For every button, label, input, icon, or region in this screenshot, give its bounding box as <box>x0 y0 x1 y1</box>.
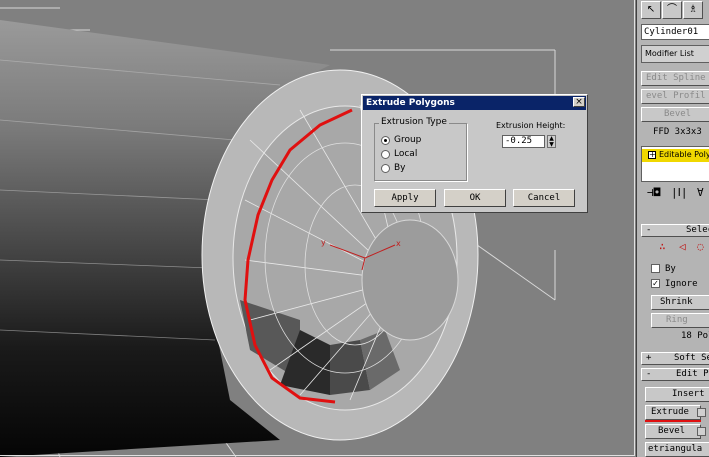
bevel-settings-icon[interactable] <box>697 427 706 436</box>
selection-rollout[interactable]: - Selec <box>641 224 709 237</box>
radio-unselected-icon <box>381 149 390 159</box>
expand-icon[interactable]: + <box>648 151 656 159</box>
radio-group[interactable]: Group <box>381 135 421 145</box>
ok-button[interactable]: OK <box>444 189 506 207</box>
modify-tab-icon[interactable]: ⌒ <box>662 1 682 19</box>
cylinder-model: y x <box>0 7 556 457</box>
radio-group-label: Group <box>394 135 422 145</box>
insert-vertex-button[interactable]: Insert <box>645 387 709 402</box>
extrusion-type-label: Extrusion Type <box>379 117 449 127</box>
edit-polygons-title: Edit Po <box>676 369 709 379</box>
bevel-modifier-button[interactable]: Bevel <box>641 107 709 122</box>
border-subobject-icon[interactable]: ◌ <box>697 240 704 253</box>
svg-text:x: x <box>396 239 401 248</box>
bevel-button[interactable]: Bevel <box>645 424 701 439</box>
radio-by[interactable]: By <box>381 163 406 173</box>
soft-selection-rollout[interactable]: + Soft Sel <box>641 352 709 365</box>
soft-selection-title: Soft Sel <box>674 353 709 363</box>
extrude-button[interactable]: Extrude <box>645 405 701 420</box>
ffd-modifier-label[interactable]: FFD 3x3x3 <box>653 127 702 137</box>
edge-subobject-icon[interactable]: ◁ <box>679 240 686 253</box>
show-end-result-icon[interactable]: |Ⅰ| <box>671 186 688 199</box>
collapse-icon: - <box>646 225 652 235</box>
radio-local-label: Local <box>394 149 418 159</box>
hierarchy-tab-icon[interactable]: ♗ <box>683 1 703 19</box>
by-checkbox[interactable] <box>651 264 660 273</box>
dialog-title: Extrude Polygons <box>363 96 586 110</box>
svg-text:y: y <box>321 238 326 247</box>
perspective-viewport[interactable]: y x <box>0 0 636 457</box>
extrude-settings-icon[interactable] <box>697 408 706 417</box>
make-unique-icon[interactable]: ∀ <box>697 186 704 199</box>
modifier-list-dropdown[interactable]: Modifier List <box>641 45 709 63</box>
object-name-field[interactable]: Cylinder01 <box>641 24 709 40</box>
by-label: By <box>665 264 676 274</box>
cancel-button[interactable]: Cancel <box>513 189 575 207</box>
collapse-icon: - <box>646 369 652 379</box>
selection-count: 18 Polys <box>681 331 709 341</box>
stack-item-label: Editable Poly <box>659 150 709 159</box>
retriangulate-button[interactable]: etriangula <box>645 442 709 457</box>
radio-local[interactable]: Local <box>381 149 417 159</box>
selection-rollout-title: Selec <box>686 225 709 235</box>
extrusion-type-group: Extrusion Type Group Local By <box>374 117 467 181</box>
bevel-profile-button[interactable]: evel Profil <box>641 89 709 104</box>
vertex-subobject-icon[interactable]: ∴ <box>659 240 666 253</box>
stack-item-editable-poly[interactable]: + Editable Poly <box>642 149 709 162</box>
modifier-stack: + Editable Poly <box>641 146 709 182</box>
create-tab-icon[interactable]: ↖ <box>641 1 661 19</box>
edit-polygons-rollout[interactable]: - Edit Po <box>641 368 709 381</box>
apply-button[interactable]: Apply <box>374 189 436 207</box>
radio-by-label: By <box>394 163 406 173</box>
spinner-icon[interactable]: ▲ ▼ <box>547 135 556 148</box>
pin-stack-icon[interactable]: ⊣◘ <box>647 186 660 199</box>
ignore-label: Ignore <box>665 279 698 289</box>
close-icon[interactable]: × <box>573 97 585 107</box>
command-panel: ↖ ⌒ ♗ Cylinder01 Modifier List Edit Spli… <box>636 0 709 457</box>
extrude-polygons-dialog: Extrude Polygons × Extrusion Type Group … <box>361 94 588 213</box>
radio-selected-icon <box>381 135 390 145</box>
edit-spline-button[interactable]: Edit Spline <box>641 71 709 86</box>
shrink-button[interactable]: Shrink <box>651 295 709 310</box>
ignore-checkbox[interactable]: ✓ <box>651 279 660 288</box>
extrude-active-indicator <box>645 420 701 422</box>
extrusion-height-label: Extrusion Height: <box>496 121 566 130</box>
ring-button[interactable]: Ring <box>651 313 709 328</box>
radio-unselected-icon <box>381 163 390 173</box>
expand-icon: + <box>646 353 652 363</box>
extrusion-height-input[interactable]: -0.25 <box>502 135 545 148</box>
